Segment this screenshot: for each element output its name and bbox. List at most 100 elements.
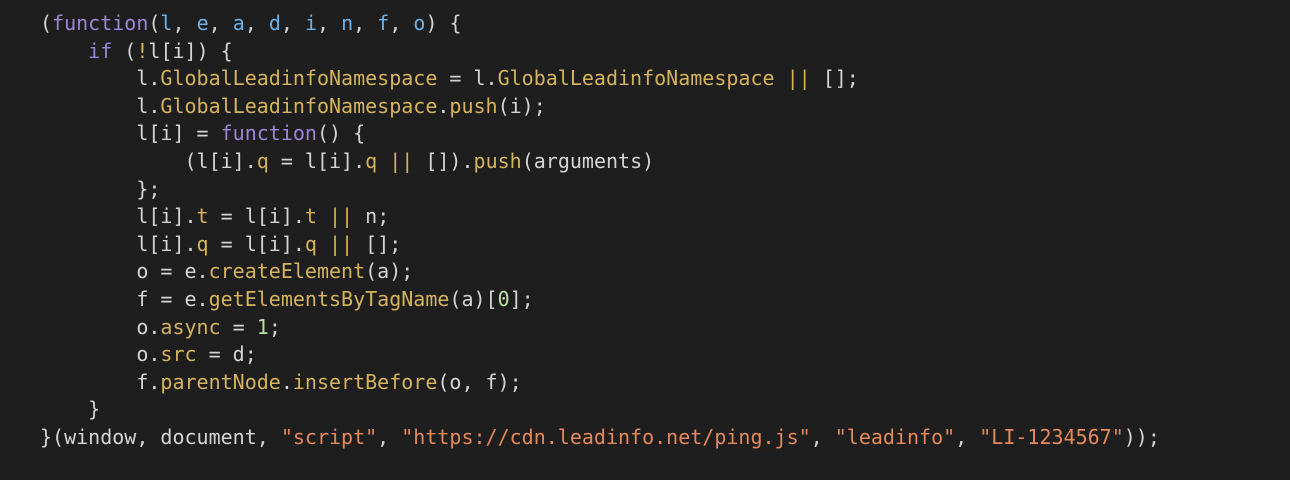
code-token-arg: n	[341, 11, 354, 35]
code-token-def: };	[40, 176, 161, 201]
code-editor[interactable]: (function(l, e, a, d, i, n, f, o) { if (…	[0, 0, 1290, 480]
code-token-fn: push	[473, 148, 522, 173]
code-line: };	[40, 176, 1290, 204]
code-line: (l[i].q = l[i].q || []).push(arguments)	[40, 148, 1290, 176]
code-token-def: f.	[40, 369, 161, 394]
code-token-def: l.	[40, 66, 161, 91]
code-token-def: (	[112, 38, 137, 63]
code-token-def: .	[280, 369, 293, 394]
code-token-prop: t	[304, 204, 317, 229]
code-token-arg: l	[160, 11, 173, 35]
code-line: l[i].t = l[i].t || n;	[40, 203, 1290, 231]
code-line: l[i] = function() {	[40, 120, 1290, 148]
code-token-def	[377, 149, 389, 173]
code-token-op: ||	[329, 204, 354, 229]
code-token-def: n;	[353, 204, 390, 229]
code-token-def	[775, 66, 787, 90]
code-token-prop: GlobalLeadinfoNamespace	[497, 66, 775, 91]
code-token-fn: getElementsByTagName	[208, 286, 450, 311]
code-token-prop: q	[304, 231, 317, 256]
code-token-def: () {	[316, 121, 366, 146]
code-token-kw: function	[220, 121, 317, 146]
code-line: if (!l[i]) {	[40, 38, 1290, 66]
code-token-fn: createElement	[208, 259, 366, 284]
code-token-prop: GlobalLeadinfoNamespace	[160, 93, 438, 118]
code-token-kw: if	[88, 38, 113, 63]
code-token-def: o.	[40, 342, 161, 367]
code-token-def: ) {	[425, 11, 462, 35]
code-line: o.async = 1;	[40, 314, 1290, 342]
code-token-def: o = e.	[40, 259, 209, 284]
code-token-def: (l[i].	[40, 148, 257, 173]
code-line: }	[40, 396, 1290, 424]
code-token-arg: d	[268, 11, 281, 35]
code-token-def: = l[i].	[208, 204, 305, 229]
code-token-num: 0	[497, 286, 510, 311]
code-block[interactable]: (function(l, e, a, d, i, n, f, o) { if (…	[40, 10, 1290, 452]
code-token-prop: parentNode	[160, 369, 281, 394]
code-token-def: ;	[268, 314, 281, 339]
code-token-def: = l[i].	[268, 148, 366, 173]
code-token-prop: t	[196, 204, 209, 229]
code-token-arg: f	[377, 11, 390, 35]
code-token-prop: q	[365, 148, 378, 173]
code-token-def: ,	[955, 424, 980, 449]
code-token-str: "leadinfo"	[834, 424, 956, 449]
code-line: o = e.createElement(a);	[40, 258, 1290, 286]
code-line: l.GlobalLeadinfoNamespace.push(i);	[40, 93, 1290, 121]
code-token-def: ,	[244, 11, 269, 35]
code-token-def: (	[148, 11, 161, 35]
code-token-def: l[i] =	[40, 121, 221, 146]
code-token-str: "https://cdn.leadinfo.net/ping.js"	[401, 424, 811, 449]
code-token-def: []).	[413, 148, 474, 173]
code-token-def: = d;	[196, 342, 257, 367]
code-token-def: (a)[	[449, 286, 498, 311]
code-token-arg: e	[196, 11, 209, 35]
code-token-def: ,	[353, 11, 378, 35]
code-token-arg: i	[304, 11, 318, 35]
code-token-def: l.	[40, 93, 161, 118]
code-token-kw: function	[52, 11, 149, 35]
code-line: f.parentNode.insertBefore(o, f);	[40, 369, 1290, 397]
code-token-def: ,	[317, 11, 342, 35]
code-token-prop: q	[256, 148, 269, 173]
code-token-def: ];	[509, 286, 534, 311]
code-line: (function(l, e, a, d, i, n, f, o) {	[40, 10, 1290, 38]
code-token-def: ,	[280, 11, 305, 35]
code-token-def: = l.	[437, 66, 498, 91]
code-token-def: l[i].	[40, 204, 197, 229]
code-token-prop: async	[160, 314, 221, 339]
code-token-def: ,	[389, 11, 414, 35]
code-token-def: ,	[810, 424, 835, 449]
code-line: l[i].q = l[i].q || [];	[40, 231, 1290, 259]
code-token-def: }(window, document,	[40, 424, 281, 449]
code-token-prop: q	[196, 231, 209, 256]
code-token-def: = l[i].	[208, 231, 305, 256]
code-token-str: "script"	[280, 424, 378, 449]
code-token-def: l[i].	[40, 231, 197, 256]
code-token-def: o.	[40, 314, 161, 339]
code-token-def: l[i]) {	[148, 38, 233, 63]
code-token-prop: GlobalLeadinfoNamespace	[160, 66, 438, 91]
code-token-def	[40, 39, 88, 63]
code-line: }(window, document, "script", "https://c…	[40, 424, 1290, 452]
code-token-def: ,	[172, 11, 197, 35]
code-line: o.src = d;	[40, 341, 1290, 369]
code-token-def: ,	[377, 424, 402, 449]
code-token-op: ||	[389, 148, 414, 173]
code-token-def: f = e.	[40, 286, 209, 311]
code-token-def: [];	[353, 231, 402, 256]
code-token-arg: o	[413, 11, 426, 35]
code-line: l.GlobalLeadinfoNamespace = l.GlobalLead…	[40, 65, 1290, 93]
code-token-def: (o, f);	[437, 369, 522, 394]
code-token-def	[317, 232, 329, 256]
code-token-def: (arguments)	[521, 148, 655, 173]
code-token-def: .	[437, 93, 450, 118]
code-token-str: "LI-1234567"	[979, 424, 1124, 449]
code-token-def: ));	[1123, 424, 1160, 449]
code-token-num: 1	[256, 314, 269, 339]
code-token-def: (i);	[497, 93, 546, 118]
code-line: f = e.getElementsByTagName(a)[0];	[40, 286, 1290, 314]
code-token-def: =	[220, 314, 257, 339]
code-token-fn: insertBefore	[292, 369, 438, 394]
